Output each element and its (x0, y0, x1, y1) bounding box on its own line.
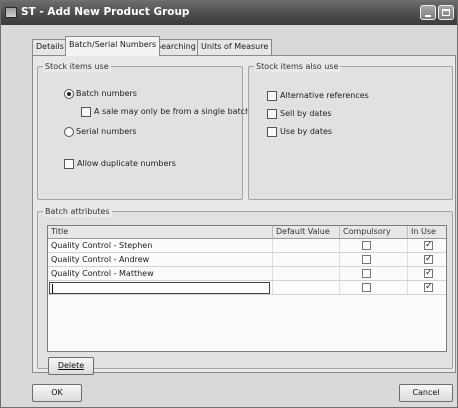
cell-default-value[interactable] (273, 281, 340, 294)
cell-compulsory (340, 267, 408, 280)
in-use-checkbox[interactable] (424, 282, 433, 292)
single-batch-label: A sale may only be from a single batch (94, 107, 251, 116)
radio-dot (67, 92, 71, 96)
cell-in-use (408, 267, 446, 280)
sell-by-dates-label: Sell by dates (280, 109, 332, 118)
cell-title[interactable]: Quality Control - Matthew (48, 267, 273, 280)
column-header-title[interactable]: Title (48, 226, 273, 238)
batch-attributes-group: Batch attributes Title Default Value Com… (37, 207, 453, 375)
serial-numbers-radio[interactable] (64, 127, 74, 137)
compulsory-checkbox[interactable] (362, 241, 371, 250)
tab-panel: Stock items use Batch numbers A sale may… (32, 55, 456, 375)
cell-title[interactable] (48, 281, 273, 294)
tab-batch-serial-numbers[interactable]: Batch/Serial Numbers (65, 36, 161, 56)
cell-compulsory (340, 239, 408, 252)
compulsory-checkbox[interactable] (362, 283, 371, 292)
in-use-checkbox[interactable] (424, 254, 433, 264)
grid-header: Title Default Value Compulsory In Use (48, 226, 446, 239)
cancel-button[interactable]: Cancel (399, 384, 453, 402)
alternative-references-label: Alternative references (280, 91, 369, 100)
maximize-button[interactable] (438, 5, 454, 20)
minimize-button[interactable] (420, 5, 436, 20)
delete-button[interactable]: Delete (48, 357, 94, 375)
tab-units-of-measure[interactable]: Units of Measure (197, 39, 273, 55)
delete-button-label: Delete (57, 361, 85, 370)
column-header-compulsory[interactable]: Compulsory (340, 226, 408, 238)
tab-details[interactable]: Details (32, 39, 68, 55)
batch-attributes-grid[interactable]: Title Default Value Compulsory In Use Qu… (47, 225, 447, 352)
sell-by-dates-checkbox[interactable] (267, 109, 277, 119)
use-by-dates-label: Use by dates (280, 127, 333, 136)
group-legend: Stock items use (43, 62, 111, 72)
use-by-dates-checkbox[interactable] (267, 127, 277, 137)
cell-title[interactable]: Quality Control - Stephen (48, 239, 273, 252)
serial-numbers-label: Serial numbers (76, 127, 137, 136)
table-row[interactable] (48, 281, 446, 295)
stock-items-use-group: Stock items use Batch numbers A sale may… (37, 62, 250, 200)
table-row[interactable]: Quality Control - Stephen (48, 239, 446, 253)
cell-in-use (408, 253, 446, 266)
batch-numbers-label: Batch numbers (76, 89, 137, 98)
dialog-window: ST - Add New Product Group Details Batch… (0, 0, 458, 408)
table-row[interactable]: Quality Control - Andrew (48, 253, 446, 267)
allow-duplicate-checkbox[interactable] (64, 159, 74, 169)
title-bar[interactable]: ST - Add New Product Group (1, 1, 457, 25)
batch-numbers-radio[interactable] (64, 89, 74, 99)
cell-title[interactable]: Quality Control - Andrew (48, 253, 273, 266)
cell-default-value[interactable] (273, 253, 340, 266)
cell-default-value[interactable] (273, 267, 340, 280)
cell-default-value[interactable] (273, 239, 340, 252)
group-legend: Stock items also use (254, 62, 341, 72)
in-use-checkbox[interactable] (424, 268, 433, 278)
window-title: ST - Add New Product Group (21, 6, 190, 18)
table-row[interactable]: Quality Control - Matthew (48, 267, 446, 281)
cell-compulsory (340, 253, 408, 266)
group-legend: Batch attributes (43, 207, 112, 217)
maximize-icon (442, 9, 450, 16)
title-edit-input[interactable] (49, 282, 270, 294)
cell-compulsory (340, 281, 408, 294)
cell-in-use (408, 281, 446, 294)
in-use-checkbox[interactable] (424, 240, 433, 250)
compulsory-checkbox[interactable] (362, 269, 371, 278)
column-header-default-value[interactable]: Default Value (273, 226, 340, 238)
minimize-icon (425, 15, 431, 17)
cell-in-use (408, 239, 446, 252)
single-batch-checkbox[interactable] (81, 107, 91, 117)
compulsory-checkbox[interactable] (362, 255, 371, 264)
text-caret (52, 284, 53, 293)
column-header-in-use[interactable]: In Use (408, 226, 446, 238)
alternative-references-checkbox[interactable] (267, 91, 277, 101)
stock-items-also-use-group: Stock items also use Alternative referen… (248, 62, 453, 200)
ok-button[interactable]: OK (32, 384, 82, 402)
allow-duplicate-label: Allow duplicate numbers (77, 159, 176, 168)
app-icon (5, 7, 17, 18)
